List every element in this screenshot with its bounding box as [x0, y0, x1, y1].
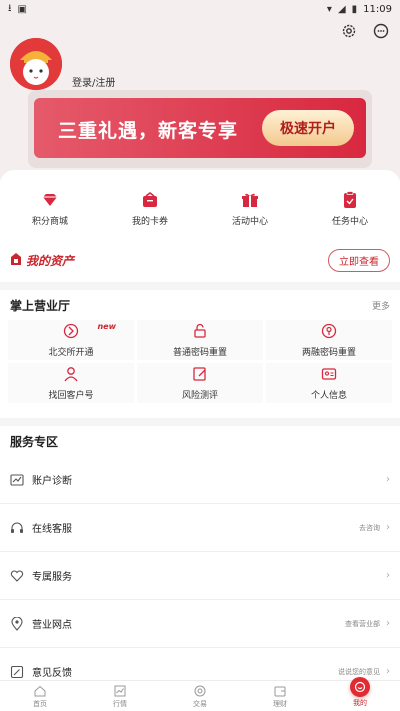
hall-item-bse-open[interactable]: new 北交所开通 — [8, 320, 134, 360]
promo-banner[interactable]: 三重礼遇，新客专享 极速开户 — [34, 98, 366, 158]
view-now-button[interactable]: 立即查看 — [328, 248, 390, 272]
id-card-icon — [321, 366, 337, 385]
service-row-account-diagnosis[interactable]: 账户诊断 › — [0, 456, 400, 504]
user-icon — [63, 366, 79, 385]
hall-item-personal-info[interactable]: 个人信息 — [266, 363, 392, 403]
more-link[interactable]: 更多 — [372, 299, 390, 312]
promo-headline: 三重礼遇，新客专享 — [58, 120, 239, 142]
service-zone-header: 服务专区 — [0, 426, 400, 456]
bottom-tab-bar: 首页 行情 交易 理财 我的 — [0, 676, 400, 711]
task-icon — [340, 190, 360, 210]
quick-link-points-mall[interactable]: 积分商城 — [15, 190, 85, 227]
tab-home[interactable]: 首页 — [0, 681, 80, 711]
status-time: 11:09 — [363, 3, 392, 15]
market-icon — [113, 684, 127, 698]
login-register-link[interactable]: 登录/注册 — [72, 74, 115, 89]
wifi-icon: ▾ — [326, 3, 332, 15]
quick-links: 积分商城 我的卡券 活动中心 任务中心 — [0, 170, 400, 227]
tab-wealth[interactable]: 理财 — [240, 681, 320, 711]
signal-icon: ◢ — [337, 3, 346, 15]
feedback-icon — [10, 665, 24, 679]
chevron-right-icon: › — [386, 666, 390, 677]
bse-icon — [63, 323, 79, 342]
status-bar: ⭳ ▣ ▾ ◢ ▮ 11:09 — [0, 0, 400, 18]
edit-icon — [192, 366, 208, 385]
profile-header: 登录/注册 三重礼遇，新客专享 极速开户 — [0, 18, 400, 178]
service-list: 账户诊断 › 在线客服 去咨询 › 专属服务 › 营业网点 查看营业部 › 意见反馈… — [0, 456, 400, 696]
headset-icon — [10, 521, 24, 535]
tab-trade[interactable]: 交易 — [160, 681, 240, 711]
message-icon[interactable] — [372, 22, 390, 40]
wallet-icon — [10, 251, 22, 270]
hall-item-risk-assessment[interactable]: 风险测评 — [137, 363, 263, 403]
home-icon — [33, 684, 47, 698]
hall-item-password-reset[interactable]: 普通密码重置 — [137, 320, 263, 360]
quick-link-my-coupons[interactable]: 我的卡券 — [115, 190, 185, 227]
mobile-hall-section: 掌上营业厅 更多 new 北交所开通 普通密码重置 两融密码重置 找回客户号 风… — [0, 290, 400, 418]
avatar[interactable] — [10, 38, 62, 90]
service-zone-title: 服务专区 — [10, 434, 59, 449]
hall-item-margin-password-reset[interactable]: 两融密码重置 — [266, 320, 392, 360]
my-assets-title: 我的资产 — [26, 253, 75, 268]
hall-grid: new 北交所开通 普通密码重置 两融密码重置 找回客户号 风险测评 个人信息 — [0, 320, 400, 409]
key-icon — [321, 323, 337, 342]
service-row-branches[interactable]: 营业网点 查看营业部 › — [0, 600, 400, 648]
new-badge: new — [97, 322, 116, 331]
chevron-right-icon: › — [386, 522, 390, 533]
my-assets-bar: 我的资产 立即查看 — [10, 248, 390, 272]
gift-icon — [240, 190, 260, 210]
chevron-right-icon: › — [386, 570, 390, 581]
location-icon — [10, 616, 24, 631]
hall-item-retrieve-client-id[interactable]: 找回客户号 — [8, 363, 134, 403]
chevron-right-icon: › — [386, 474, 390, 485]
profile-icon — [350, 676, 370, 697]
diamond-icon — [40, 190, 60, 210]
quick-link-task-center[interactable]: 任务中心 — [315, 190, 385, 227]
download-icon: ⭳ — [8, 2, 12, 14]
chart-icon — [10, 473, 24, 487]
tab-market[interactable]: 行情 — [80, 681, 160, 711]
open-account-button[interactable]: 极速开户 — [262, 110, 354, 146]
tab-profile[interactable]: 我的 — [320, 676, 400, 711]
battery-icon: ▮ — [351, 3, 358, 15]
service-row-online-support[interactable]: 在线客服 去咨询 › — [0, 504, 400, 552]
chevron-right-icon: › — [386, 618, 390, 629]
lock-icon — [192, 323, 208, 342]
trade-icon — [193, 684, 207, 698]
quick-link-activity-center[interactable]: 活动中心 — [215, 190, 285, 227]
service-row-exclusive-service[interactable]: 专属服务 › — [0, 552, 400, 600]
settings-gear-icon[interactable] — [340, 22, 358, 40]
notification-icon: ▣ — [17, 3, 27, 15]
heart-icon — [10, 569, 24, 583]
mobile-hall-title: 掌上营业厅 — [10, 298, 71, 313]
coupon-icon — [140, 190, 160, 210]
wealth-icon — [273, 684, 287, 698]
